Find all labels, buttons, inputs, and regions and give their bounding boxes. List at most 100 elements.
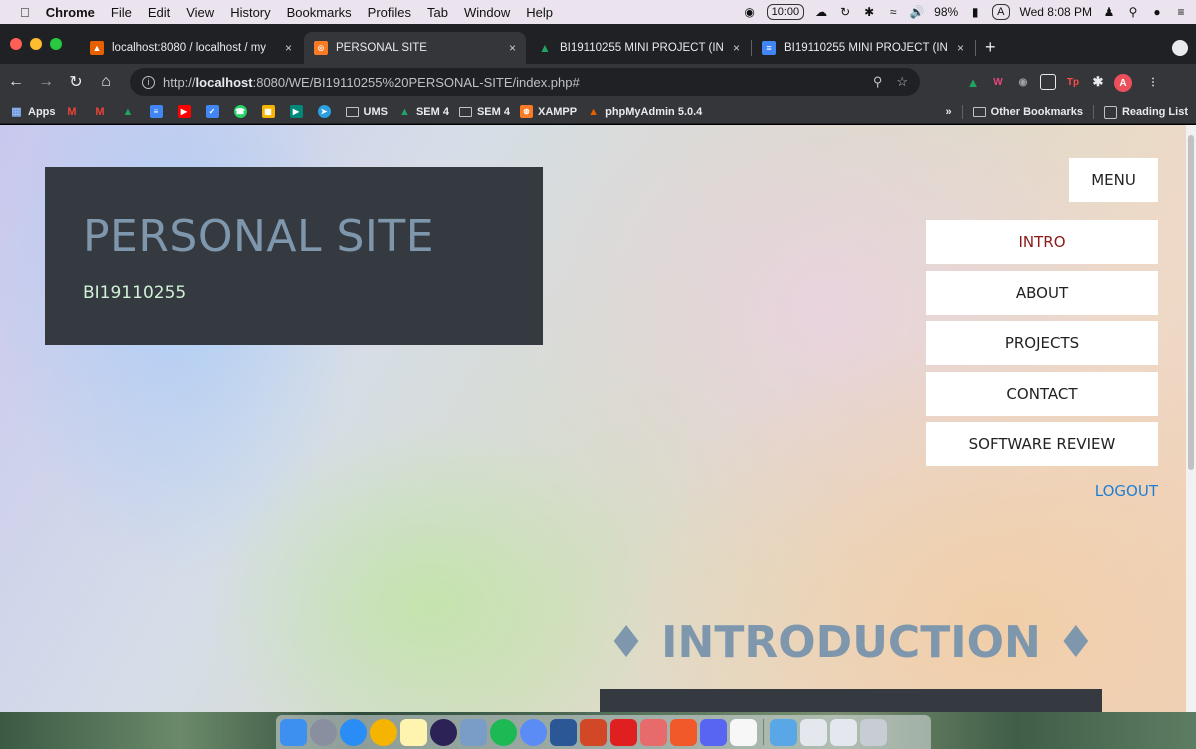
safari-icon[interactable] xyxy=(340,718,367,746)
downloads-folder-icon[interactable] xyxy=(770,718,797,746)
reload-icon[interactable]: ↻ xyxy=(62,72,90,92)
bookmark-drive[interactable]: ▲ xyxy=(122,105,140,118)
new-tab-button[interactable]: + xyxy=(985,38,996,56)
back-icon[interactable]: ← xyxy=(2,73,30,91)
word-icon[interactable] xyxy=(550,718,577,746)
wifi-icon[interactable]: ≈ xyxy=(886,5,900,19)
close-tab-icon[interactable]: × xyxy=(957,41,964,55)
menu-bookmarks[interactable]: Bookmarks xyxy=(279,5,360,20)
close-window-button[interactable] xyxy=(10,38,22,50)
bookmark-sem4-folder[interactable]: SEM 4 xyxy=(458,106,510,118)
chrome-icon[interactable] xyxy=(370,718,397,746)
app-menu[interactable]: Chrome xyxy=(38,5,103,20)
bookmark-gmail-2[interactable]: M xyxy=(94,105,112,118)
bookmark-whatsapp[interactable]: ☎ xyxy=(233,105,252,118)
bookmark-docs[interactable]: ≡ xyxy=(149,105,168,118)
nav-intro[interactable]: INTRO xyxy=(926,220,1158,264)
photo-app-icon[interactable] xyxy=(640,718,667,746)
menu-profiles[interactable]: Profiles xyxy=(360,5,419,20)
bluetooth-icon[interactable]: ✱ xyxy=(862,5,876,19)
nav-software-review[interactable]: SOFTWARE REVIEW xyxy=(926,422,1158,466)
profile-avatar[interactable]: A xyxy=(1114,74,1132,92)
tp-extension-icon[interactable]: Tp xyxy=(1065,74,1081,90)
forward-icon[interactable]: → xyxy=(32,73,60,91)
cast-extension-icon[interactable] xyxy=(1040,74,1056,90)
more-bookmarks-button[interactable]: » xyxy=(946,106,952,118)
finder-icon[interactable] xyxy=(280,718,307,746)
document-stack-icon[interactable] xyxy=(830,718,857,746)
powerpoint-icon[interactable] xyxy=(580,718,607,746)
w-extension-icon[interactable]: W xyxy=(990,74,1006,90)
timer-status[interactable]: 10:00 xyxy=(766,4,805,20)
cloud-icon[interactable]: ☁ xyxy=(814,5,828,19)
siri-icon[interactable]: ● xyxy=(1150,5,1164,19)
bookmark-classroom[interactable]: ▦ xyxy=(261,105,280,118)
battery-icon[interactable]: ▮ xyxy=(968,5,982,19)
site-info-icon[interactable]: i xyxy=(142,75,155,89)
google-drive-extension-icon[interactable]: ▲ xyxy=(965,74,981,90)
bookmark-phpmyadmin[interactable]: ▲ phpMyAdmin 5.0.4 xyxy=(587,105,702,118)
menu-view[interactable]: View xyxy=(178,5,222,20)
bookmark-gmail-1[interactable]: M xyxy=(66,105,84,118)
camera-extension-icon[interactable]: ◉ xyxy=(1015,74,1031,90)
nav-about[interactable]: ABOUT xyxy=(926,270,1158,315)
spotlight-icon[interactable]: ⚲ xyxy=(1126,5,1140,19)
bookmark-telegram[interactable]: ➤ xyxy=(317,105,336,118)
home-icon[interactable]: ⌂ xyxy=(92,73,120,91)
preview-icon[interactable] xyxy=(460,718,487,746)
bookmark-tasks[interactable]: ✓ xyxy=(205,105,224,118)
sublime-text-icon[interactable] xyxy=(670,718,697,746)
battery-percent[interactable]: 98% xyxy=(934,5,958,19)
document-stack-icon[interactable] xyxy=(800,718,827,746)
tab-mini-project-drive[interactable]: ▲ BI19110255 MINI PROJECT (IN × xyxy=(528,32,750,64)
tab-personal-site[interactable]: ⊛ PERSONAL SITE × xyxy=(304,32,526,64)
eclipse-icon[interactable] xyxy=(430,718,457,746)
nav-projects[interactable]: PROJECTS xyxy=(926,321,1158,365)
page-scrollbar[interactable] xyxy=(1186,125,1196,712)
sync-icon[interactable]: ↻ xyxy=(838,5,852,19)
menu-file[interactable]: File xyxy=(103,5,140,20)
menu-help[interactable]: Help xyxy=(518,5,561,20)
other-bookmarks[interactable]: Other Bookmarks xyxy=(972,106,1083,118)
volume-icon[interactable]: 🔊 xyxy=(910,5,925,19)
menu-button[interactable]: MENU xyxy=(1069,158,1158,202)
close-tab-icon[interactable]: × xyxy=(733,41,740,55)
tab-search-icon[interactable] xyxy=(1172,40,1188,56)
clock[interactable]: Wed 8:08 PM xyxy=(1020,5,1092,19)
bookmark-xampp[interactable]: ⊛ XAMPP xyxy=(519,105,577,118)
key-icon[interactable]: ⚲ xyxy=(873,74,883,90)
menu-tab[interactable]: Tab xyxy=(419,5,456,20)
bookmark-youtube[interactable]: ▶ xyxy=(177,105,196,118)
apple-menu-icon[interactable]:  xyxy=(12,5,38,20)
itunes-icon[interactable] xyxy=(520,718,547,746)
discord-icon[interactable] xyxy=(700,718,727,746)
bookmark-meet[interactable]: ▶ xyxy=(289,105,308,118)
menu-edit[interactable]: Edit xyxy=(140,5,178,20)
notes-icon[interactable] xyxy=(400,718,427,746)
scrollbar-thumb[interactable] xyxy=(1188,135,1194,470)
status-app-icon[interactable]: ◉ xyxy=(743,5,757,19)
chrome-menu-icon[interactable]: ⋮ xyxy=(1145,74,1161,90)
close-tab-icon[interactable]: × xyxy=(285,41,292,55)
launchpad-icon[interactable] xyxy=(310,718,337,746)
zoom-window-button[interactable] xyxy=(50,38,62,50)
reading-list[interactable]: Reading List xyxy=(1103,105,1188,119)
minimize-window-button[interactable] xyxy=(30,38,42,50)
tab-mini-project-docs[interactable]: ≡ BI19110255 MINI PROJECT (IN × xyxy=(752,32,974,64)
nav-contact[interactable]: CONTACT xyxy=(926,371,1158,416)
tab-phpmyadmin[interactable]: ▲ localhost:8080 / localhost / my × xyxy=(80,32,302,64)
address-bar[interactable]: i http://localhost:8080/WE/BI19110255%20… xyxy=(130,68,920,96)
menu-window[interactable]: Window xyxy=(456,5,518,20)
trash-icon[interactable] xyxy=(860,718,887,746)
close-tab-icon[interactable]: × xyxy=(509,41,516,55)
input-source[interactable]: A xyxy=(992,4,1010,20)
bookmark-ums[interactable]: UMS xyxy=(345,106,388,118)
bookmark-apps[interactable]: ▦ Apps xyxy=(10,105,55,119)
acrobat-icon[interactable] xyxy=(610,718,637,746)
bookmark-star-icon[interactable]: ☆ xyxy=(896,74,908,90)
menu-history[interactable]: History xyxy=(222,5,278,20)
extensions-puzzle-icon[interactable]: ✱ xyxy=(1090,74,1106,90)
bookmark-sem4-drive[interactable]: ▲ SEM 4 xyxy=(398,105,449,118)
logout-link[interactable]: LOGOUT xyxy=(1040,482,1158,500)
spotify-icon[interactable] xyxy=(490,718,517,746)
